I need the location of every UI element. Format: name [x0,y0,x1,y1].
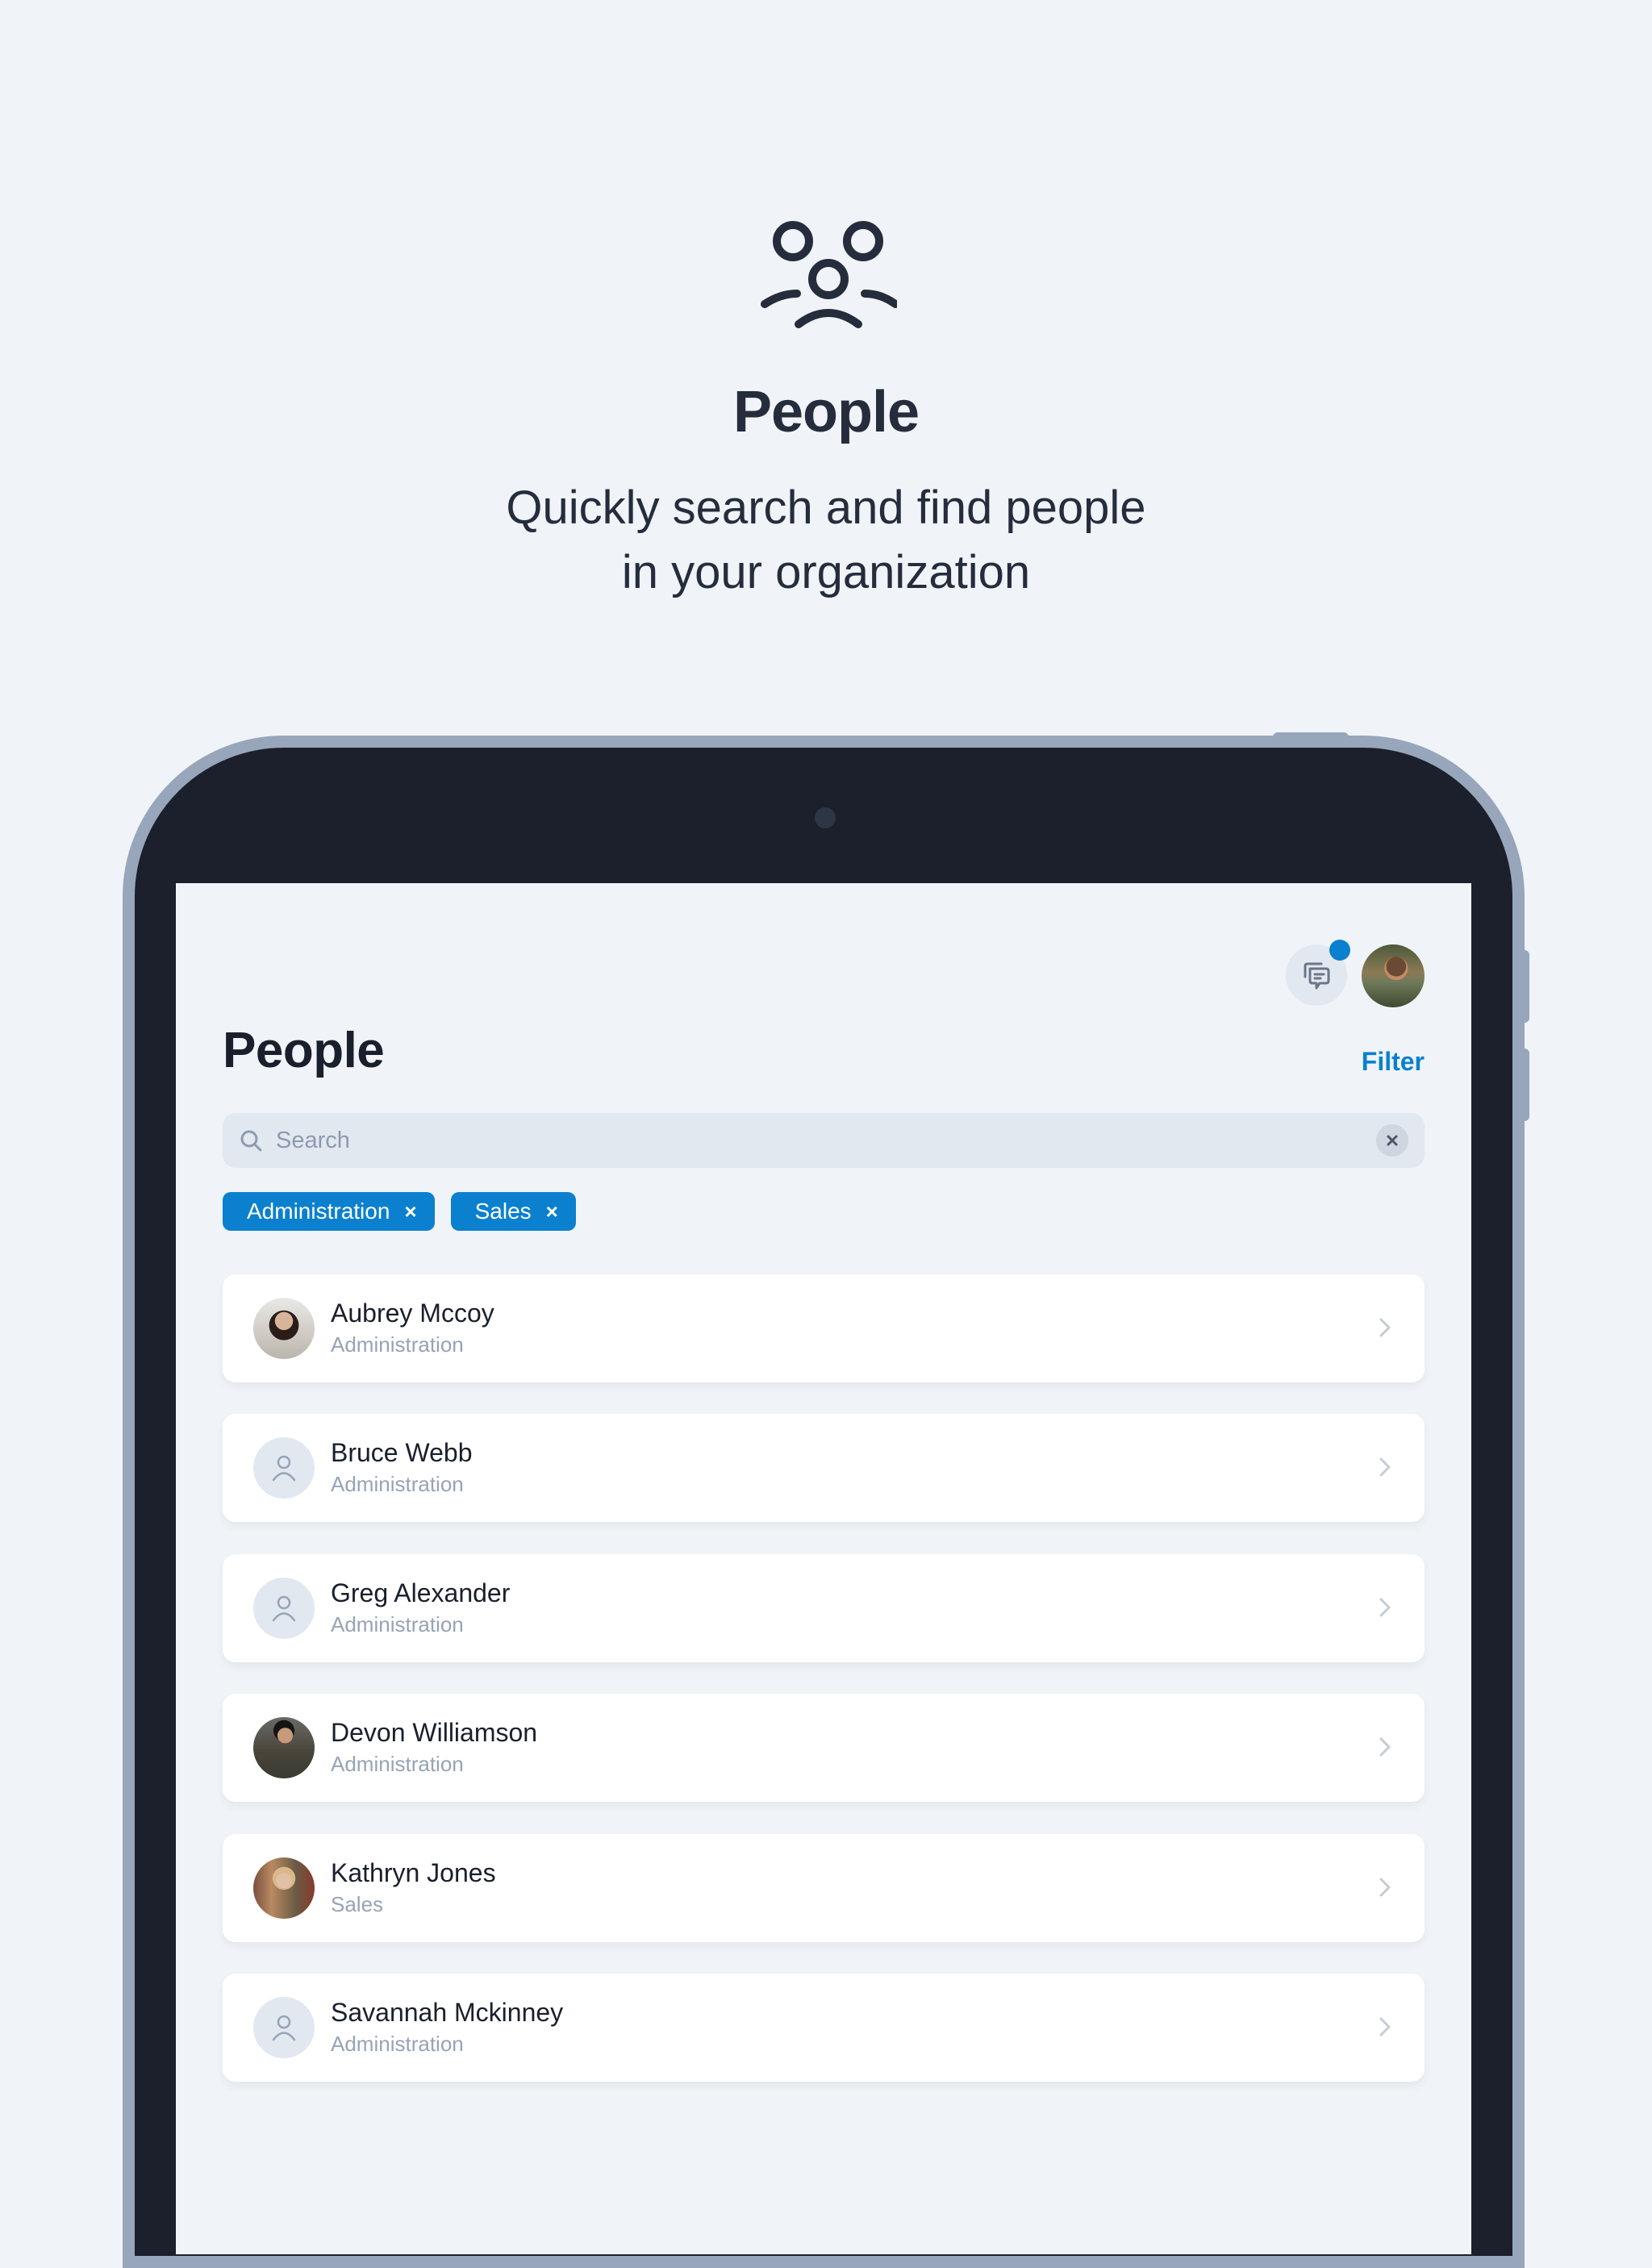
user-icon [272,1455,296,1482]
person-avatar-photo [253,1717,315,1778]
hero-subtitle-line-2: in your organization [621,546,1031,598]
person-avatar-placeholder [253,1578,315,1639]
people-group-icon [761,221,897,328]
chevron-right-icon [1379,1457,1391,1477]
filter-button[interactable]: Filter [1362,1047,1425,1077]
filter-chip-label: Sales [474,1199,532,1224]
search-icon [240,1130,262,1152]
person-avatar-placeholder [253,1437,315,1499]
hero-subtitle: Quickly search and find people in your o… [0,476,1652,605]
person-name: Kathryn Jones [331,1858,496,1887]
person-name: Savannah Mckinney [331,1998,564,2027]
person-avatar-placeholder [253,1997,315,2058]
filter-chip-sales[interactable]: Sales × [450,1192,576,1231]
person-card[interactable]: Kathryn Jones Sales [223,1834,1425,1942]
filter-chip-administration[interactable]: Administration × [223,1192,435,1231]
person-name: Bruce Webb [331,1438,473,1467]
person-department: Administration [331,1612,464,1636]
search-input[interactable] [274,1126,1376,1155]
front-camera [815,807,836,828]
chevron-right-icon [1379,1598,1391,1617]
search-clear-button[interactable] [1376,1124,1408,1157]
person-card[interactable]: Aubrey Mccoy Administration [223,1274,1425,1382]
person-card[interactable]: Devon Williamson Administration [223,1694,1425,1802]
chevron-right-icon [1379,1878,1391,1897]
remove-filter-icon[interactable]: × [404,1201,416,1222]
person-name: Devon Williamson [331,1718,538,1747]
person-department: Administration [331,1752,464,1776]
person-name: Greg Alexander [331,1578,511,1607]
remove-filter-icon[interactable]: × [546,1201,558,1222]
person-card[interactable]: Bruce Webb Administration [223,1414,1425,1522]
person-name: Aubrey Mccoy [331,1299,494,1328]
chevron-right-icon [1379,1737,1391,1757]
person-department: Administration [331,1332,464,1357]
person-avatar-photo [253,1298,315,1359]
notification-badge [1329,940,1350,961]
user-icon [272,2015,296,2041]
person-card[interactable]: Greg Alexander Administration [223,1554,1425,1662]
active-filters: Administration × Sales × [223,1192,576,1231]
user-icon [272,1595,296,1622]
hero-title: People [732,380,920,444]
chevron-right-icon [1379,2017,1391,2037]
close-icon [1387,1135,1398,1146]
person-card[interactable]: Savannah Mckinney Administration [223,1974,1425,2082]
person-department: Sales [331,1892,384,1916]
hero-subtitle-line-1: Quickly search and find people [506,482,1146,534]
page-title: People [223,1023,385,1078]
app-screen: People Filter Administration × Sales × [176,883,1471,2254]
person-avatar-photo [253,1857,315,1919]
chat-bubbles-icon [1304,962,1330,990]
person-department: Administration [331,2032,464,2056]
search-bar [223,1113,1425,1168]
chevron-right-icon [1379,1318,1391,1337]
person-department: Administration [331,1472,464,1496]
filter-chip-label: Administration [247,1199,390,1224]
user-avatar[interactable] [1362,944,1425,1007]
